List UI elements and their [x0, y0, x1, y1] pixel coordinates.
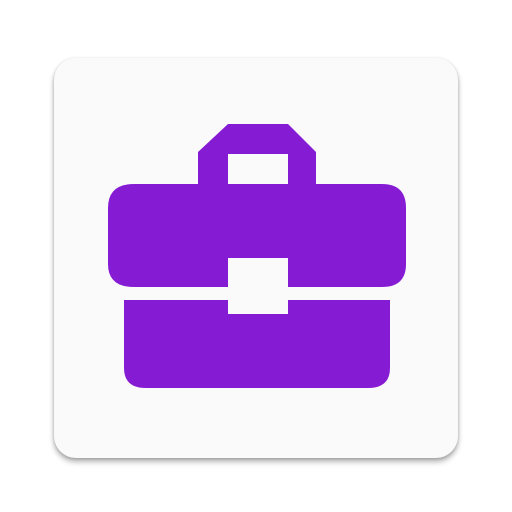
briefcase-upper-body [108, 184, 406, 287]
briefcase-icon [108, 124, 406, 388]
app-icon-canvas [0, 0, 512, 512]
briefcase-handle [198, 124, 316, 186]
briefcase-lower-body [124, 300, 390, 388]
